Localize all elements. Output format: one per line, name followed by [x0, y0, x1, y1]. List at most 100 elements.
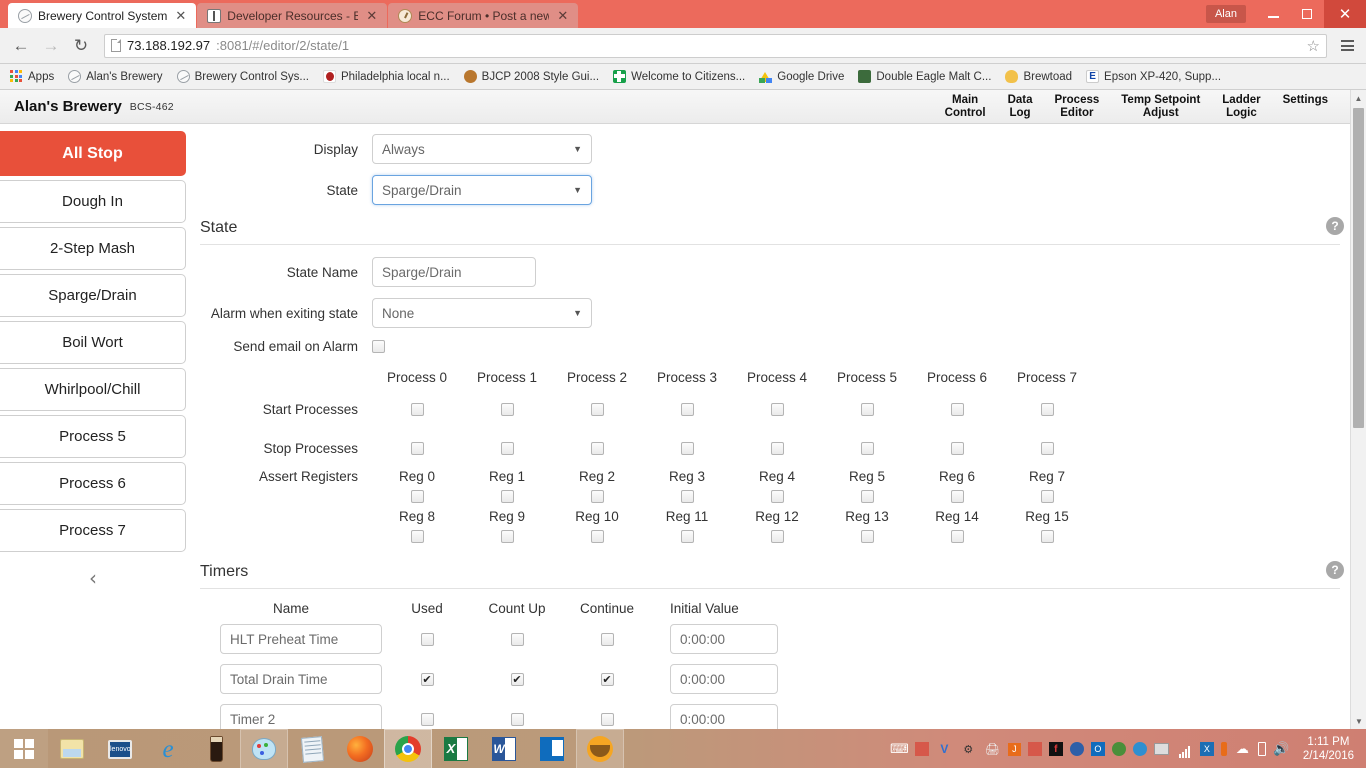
timer-name-input-1[interactable]: Total Drain Time	[220, 664, 382, 694]
display-select[interactable]: Always ▼	[372, 134, 592, 164]
start-button[interactable]	[0, 729, 48, 768]
tab-close-icon[interactable]: ✕	[364, 9, 379, 22]
nav-main-control[interactable]: Main Control	[945, 94, 986, 120]
nav-settings[interactable]: Settings	[1283, 94, 1328, 107]
timer-used-checkbox-0[interactable]	[420, 632, 434, 646]
browser-tab-3[interactable]: ECC Forum • Post a new to ✕	[388, 3, 579, 28]
stop-process-checkbox-6[interactable]	[950, 441, 964, 455]
start-process-checkbox-3[interactable]	[680, 402, 694, 416]
reg-checkbox-5[interactable]	[860, 489, 874, 503]
timer-continue-checkbox-0[interactable]	[600, 632, 614, 646]
zebra-printer-icon[interactable]: ⚙	[960, 741, 977, 758]
display-icon[interactable]	[1153, 743, 1169, 755]
reg-checkbox-9[interactable]	[500, 529, 514, 543]
browser-tab-1[interactable]: Brewery Control System ✕	[8, 3, 197, 28]
tab-close-icon[interactable]: ✕	[555, 9, 570, 22]
start-process-checkbox-0[interactable]	[410, 402, 424, 416]
scrollbar-thumb[interactable]	[1353, 108, 1364, 428]
nav-data-log[interactable]: Data Log	[1008, 94, 1033, 120]
bluetooth-icon[interactable]	[1132, 742, 1147, 756]
timer-continue-checkbox-1[interactable]: ✔	[600, 672, 614, 686]
forward-icon[interactable]: →	[38, 33, 64, 59]
bookmark-philadelphia-local-news[interactable]: Philadelphia local n...	[322, 70, 450, 83]
bookmark-alans-brewery[interactable]: Alan's Brewery	[68, 70, 163, 83]
minimize-button[interactable]	[1256, 0, 1290, 28]
sidebar-item-process-5[interactable]: Process 5	[0, 415, 186, 458]
bookmark-double-eagle-malt[interactable]: Double Eagle Malt C...	[858, 70, 991, 83]
taskbar-chrome[interactable]	[384, 729, 432, 768]
timer-countup-checkbox-0[interactable]	[510, 632, 524, 646]
state-select[interactable]: Sparge/Drain ▼	[372, 175, 592, 205]
taskbar-outlook[interactable]	[528, 729, 576, 768]
sidebar-item-whirlpool-chill[interactable]: Whirlpool/Chill	[0, 368, 186, 411]
reg-checkbox-13[interactable]	[860, 529, 874, 543]
taskbar-excel[interactable]: X	[432, 729, 480, 768]
java-icon[interactable]: J	[1007, 742, 1021, 756]
volume-icon[interactable]: 🔊	[1273, 741, 1290, 758]
scroll-down-arrow-icon[interactable]: ▼	[1351, 713, 1366, 729]
reg-checkbox-15[interactable]	[1040, 529, 1054, 543]
reg-checkbox-8[interactable]	[410, 529, 424, 543]
taskbar-beer-glass[interactable]	[192, 729, 240, 768]
warning-icon[interactable]	[1111, 742, 1126, 756]
reg-checkbox-10[interactable]	[590, 529, 604, 543]
taskbar-paint[interactable]	[240, 729, 288, 768]
stop-process-checkbox-2[interactable]	[590, 441, 604, 455]
nav-ladder-logic[interactable]: Ladder Logic	[1222, 94, 1260, 120]
reg-checkbox-0[interactable]	[410, 489, 424, 503]
reg-checkbox-6[interactable]	[950, 489, 964, 503]
reg-checkbox-11[interactable]	[680, 529, 694, 543]
taskbar-word[interactable]: W	[480, 729, 528, 768]
stop-process-checkbox-0[interactable]	[410, 441, 424, 455]
bookmark-brewery-control-sys[interactable]: Brewery Control Sys...	[176, 70, 309, 83]
timer-continue-checkbox-2[interactable]	[600, 712, 614, 726]
reg-checkbox-4[interactable]	[770, 489, 784, 503]
stop-process-checkbox-1[interactable]	[500, 441, 514, 455]
state-name-input[interactable]: Sparge/Drain	[372, 257, 536, 287]
printer-icon[interactable]: 🖨	[984, 741, 1001, 758]
timer-name-input-0[interactable]: HLT Preheat Time	[220, 624, 382, 654]
timer-name-input-2[interactable]: Timer 2	[220, 704, 382, 729]
timer-initial-input-1[interactable]: 0:00:00	[670, 664, 778, 694]
help-icon[interactable]: ?	[1326, 561, 1344, 579]
timer-used-checkbox-1[interactable]: ✔	[420, 672, 434, 686]
all-stop-button[interactable]: All Stop	[0, 131, 186, 176]
tab-close-icon[interactable]: ✕	[173, 9, 188, 22]
nav-temp-setpoint-adjust[interactable]: Temp Setpoint Adjust	[1121, 94, 1200, 120]
stop-process-checkbox-7[interactable]	[1040, 441, 1054, 455]
scroll-up-arrow-icon[interactable]: ▲	[1351, 90, 1366, 106]
taskbar-thunderbird[interactable]	[576, 729, 624, 768]
reload-icon[interactable]: ↻	[68, 33, 94, 59]
bookmark-brewtoad[interactable]: Brewtoad	[1005, 70, 1072, 83]
profile-chip[interactable]: Alan	[1205, 5, 1246, 23]
alarm-select[interactable]: None ▼	[372, 298, 592, 328]
close-button[interactable]: ✕	[1324, 0, 1366, 28]
reg-checkbox-3[interactable]	[680, 489, 694, 503]
stop-process-checkbox-3[interactable]	[680, 441, 694, 455]
keyboard-icon[interactable]: ⌨	[890, 741, 909, 758]
signal-bars-icon[interactable]	[1176, 741, 1193, 758]
sidebar-item-dough-in[interactable]: Dough In	[0, 180, 186, 223]
bookmark-epson-support[interactable]: E Epson XP-420, Supp...	[1086, 70, 1221, 83]
outlook-tray-icon[interactable]: O	[1090, 742, 1105, 756]
sidebar-item-process-6[interactable]: Process 6	[0, 462, 186, 505]
start-process-checkbox-1[interactable]	[500, 402, 514, 416]
nav-process-editor[interactable]: Process Editor	[1055, 94, 1100, 120]
bookmark-bjcp-style-guide[interactable]: BJCP 2008 Style Gui...	[463, 70, 599, 83]
sidebar-item-sparge-drain[interactable]: Sparge/Drain	[0, 274, 186, 317]
taskbar-firefox[interactable]	[336, 729, 384, 768]
network-share-icon-2[interactable]	[1027, 742, 1042, 756]
stop-process-checkbox-4[interactable]	[770, 441, 784, 455]
battery-icon[interactable]	[1257, 742, 1266, 756]
timer-initial-input-0[interactable]: 0:00:00	[670, 624, 778, 654]
taskbar-file-explorer[interactable]	[48, 729, 96, 768]
taskbar-lenovo[interactable]: lenovo	[96, 729, 144, 768]
system-clock[interactable]: 1:11 PM 2/14/2016	[1297, 735, 1358, 763]
reg-checkbox-2[interactable]	[590, 489, 604, 503]
reg-checkbox-14[interactable]	[950, 529, 964, 543]
page-scrollbar[interactable]: ▲ ▼	[1350, 90, 1366, 729]
start-process-checkbox-4[interactable]	[770, 402, 784, 416]
address-bar[interactable]: 73.188.192.97:8081/#/editor/2/state/1 ☆	[104, 33, 1327, 58]
timer-countup-checkbox-1[interactable]: ✔	[510, 672, 524, 686]
sidebar-item-process-7[interactable]: Process 7	[0, 509, 186, 552]
